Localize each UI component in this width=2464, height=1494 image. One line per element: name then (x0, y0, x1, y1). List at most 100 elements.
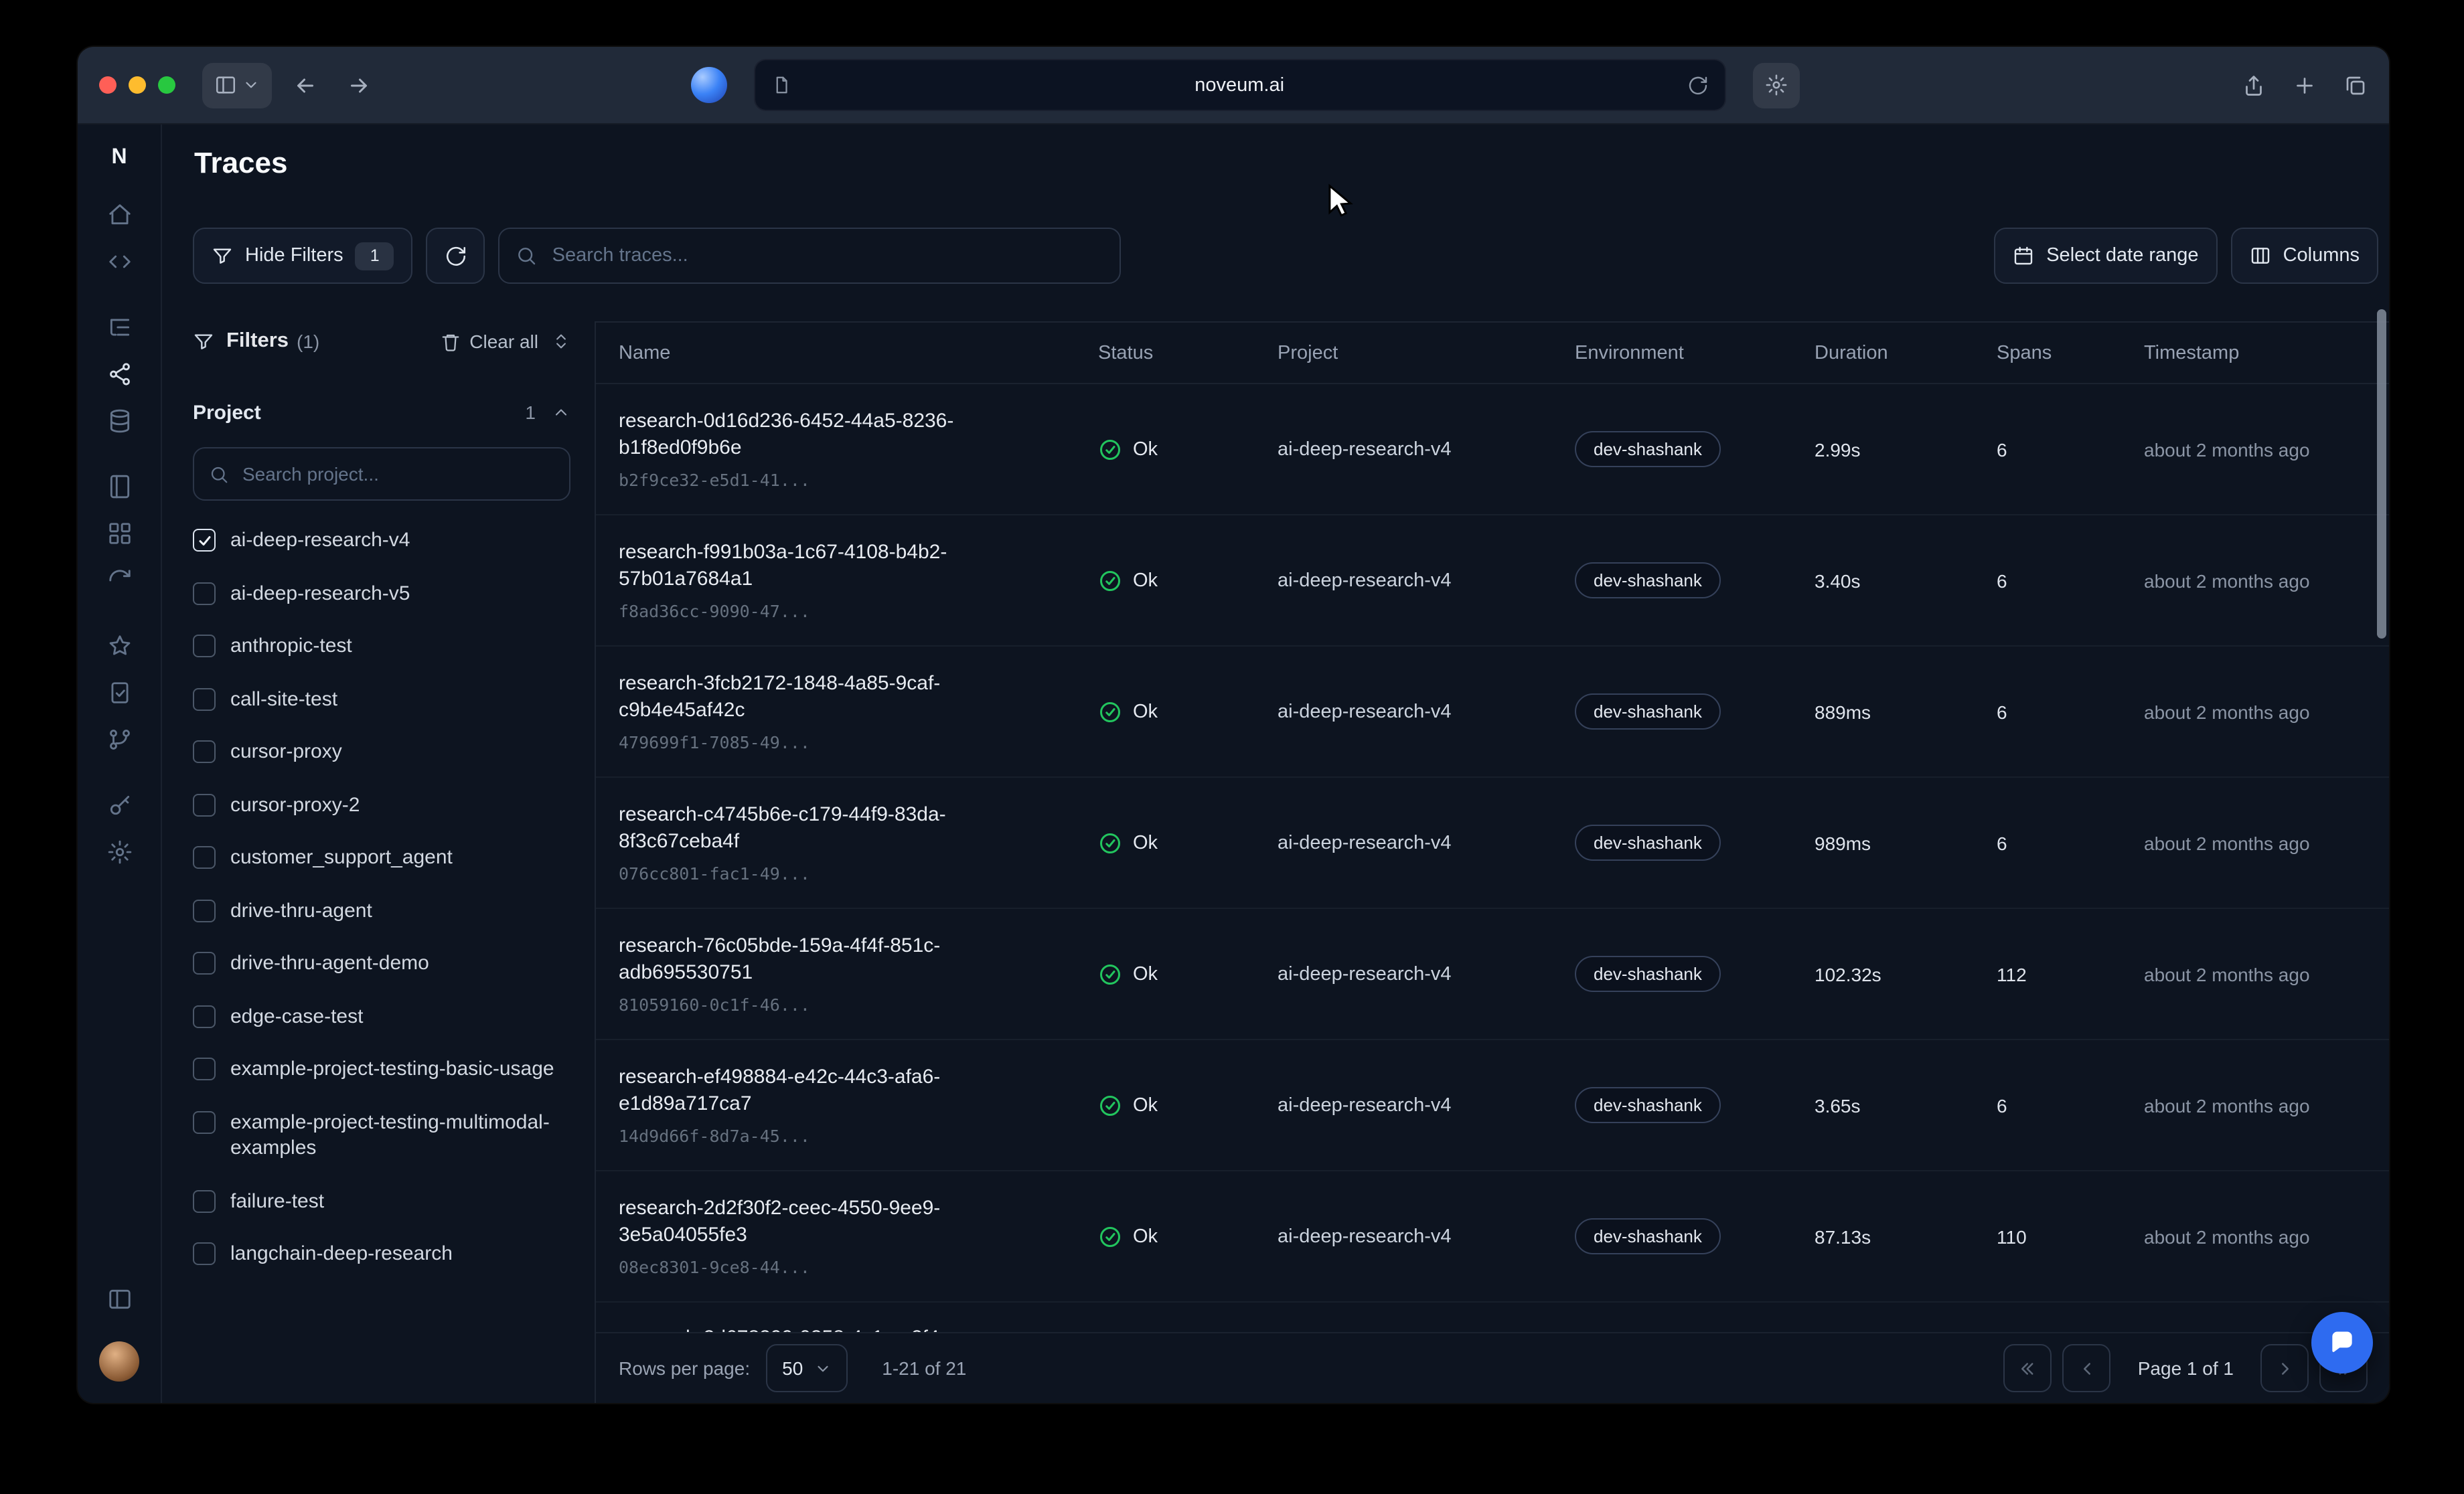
table-row[interactable]: research-2d2f30f2-ceec-4550-9ee9-3e5a040… (596, 1171, 2389, 1303)
list-tree-icon (106, 315, 132, 340)
checkbox[interactable] (193, 1189, 216, 1212)
next-page-button[interactable] (2260, 1344, 2309, 1392)
filter-item[interactable]: anthropic-test (193, 620, 570, 673)
checkbox[interactable] (193, 687, 216, 710)
checkbox[interactable] (193, 1242, 216, 1265)
select-date-range-button[interactable]: Select date range (1994, 228, 2217, 284)
project-cell: ai-deep-research-v4 (1278, 570, 1575, 591)
new-tab-icon[interactable] (2293, 73, 2317, 97)
columns-button[interactable]: Columns (2231, 228, 2378, 284)
sidebar-item-datasets[interactable] (96, 400, 142, 442)
address-bar[interactable]: noveum.ai (754, 59, 1726, 111)
spans-cell: 6 (1997, 438, 2144, 460)
first-page-button[interactable] (2004, 1344, 2052, 1392)
filter-item[interactable]: cursor-proxy (193, 726, 570, 778)
sidebar-item-evaluations[interactable] (96, 672, 142, 714)
table-row[interactable]: research-c4745b6e-c179-44f9-83da-8f3c67c… (596, 778, 2389, 909)
trace-name: research-2d2f30f2-ceec-4550-9ee9-3e5a040… (619, 1195, 1020, 1250)
filter-item[interactable]: cursor-proxy-2 (193, 778, 570, 831)
clear-all-filters-button[interactable]: Clear all (440, 331, 538, 352)
filter-item[interactable]: example-project-testing-multimodal-examp… (193, 1096, 570, 1175)
sidebar-item-home[interactable] (96, 194, 142, 236)
checkbox[interactable] (193, 899, 216, 922)
tab-overview-icon[interactable] (2343, 73, 2368, 97)
filter-item[interactable]: call-site-test (193, 673, 570, 726)
filter-item[interactable]: customer_support_agent (193, 831, 570, 884)
table-row[interactable]: research-3fcb2172-1848-4a85-9caf-c9b4e45… (596, 647, 2389, 778)
table-row[interactable]: research-ef498884-e42c-44c3-afa6-e1d89a7… (596, 1040, 2389, 1171)
filter-item[interactable]: drive-thru-agent-demo (193, 937, 570, 990)
trace-id: 076cc801-fac1-49... (619, 864, 1098, 884)
column-header-spans[interactable]: Spans (1997, 342, 2144, 363)
collapse-all-icon[interactable] (552, 332, 570, 351)
hide-filters-label: Hide Filters (245, 245, 343, 266)
filter-item[interactable]: failure-test (193, 1175, 570, 1228)
settings-gear-icon (106, 839, 132, 865)
zoom-window-button[interactable] (158, 76, 175, 94)
sidebar-item-traces[interactable] (96, 353, 142, 395)
checkbox[interactable] (193, 793, 216, 816)
filter-item[interactable]: example-project-testing-basic-usage (193, 1043, 570, 1096)
refresh-icon (445, 244, 467, 267)
refresh-traces-button[interactable] (427, 228, 485, 284)
filter-item[interactable]: edge-case-test (193, 990, 570, 1043)
sidebar-item-settings[interactable] (96, 831, 142, 873)
chat-widget-button[interactable] (2311, 1312, 2373, 1374)
previous-page-button[interactable] (2063, 1344, 2111, 1392)
browser-forward-button[interactable] (339, 62, 379, 108)
filter-item[interactable]: drive-thru-agent (193, 884, 570, 937)
checkbox[interactable] (193, 740, 216, 763)
app-logo[interactable]: N (111, 146, 127, 170)
checkbox[interactable] (193, 1110, 216, 1133)
checkbox[interactable] (193, 952, 216, 975)
checkbox[interactable] (193, 1058, 216, 1080)
column-header-name[interactable]: Name (619, 342, 1098, 363)
share-icon[interactable] (2242, 73, 2266, 97)
column-header-duration[interactable]: Duration (1815, 342, 1997, 363)
table-row[interactable]: research-0d16d236-6452-44a5-8236-b1f8ed0… (596, 384, 2389, 515)
filter-section-project[interactable]: Project 1 (193, 391, 570, 434)
hide-filters-button[interactable]: Hide Filters 1 (193, 228, 413, 284)
column-header-project[interactable]: Project (1278, 342, 1575, 363)
browser-settings-button[interactable] (1753, 62, 1800, 108)
search-traces-input[interactable] (550, 244, 1104, 268)
column-header-environment[interactable]: Environment (1575, 342, 1815, 363)
sidebar-item-apps[interactable] (96, 513, 142, 554)
reload-icon[interactable] (1687, 74, 1709, 96)
table-row[interactable]: research-76c05bde-159a-4f4f-851c-adb6955… (596, 909, 2389, 1040)
sidebar-item-notebook[interactable] (96, 466, 142, 507)
checkbox[interactable] (193, 846, 216, 869)
minimize-window-button[interactable] (129, 76, 146, 94)
sidebar-item-replays[interactable] (96, 560, 142, 601)
browser-profile-icon[interactable] (691, 67, 727, 103)
sidebar-item-tree[interactable] (96, 307, 142, 348)
close-window-button[interactable] (99, 76, 117, 94)
checkbox[interactable] (193, 1005, 216, 1027)
filter-item[interactable]: ai-deep-research-v4 (193, 514, 570, 567)
page-icon (771, 75, 791, 95)
sidebar-item-api-keys[interactable] (96, 784, 142, 826)
rows-per-page-select[interactable]: 50 (766, 1344, 847, 1392)
table-row[interactable]: research-3d678299-0358-4c1c-a2f4- (596, 1303, 2389, 1332)
columns-icon (2250, 245, 2271, 266)
column-header-timestamp[interactable]: Timestamp (2144, 342, 2389, 363)
browser-back-button[interactable] (285, 62, 325, 108)
filter-item[interactable]: ai-deep-research-v5 (193, 567, 570, 620)
column-header-status[interactable]: Status (1098, 342, 1278, 363)
collapse-sidebar-button[interactable] (96, 1278, 142, 1320)
search-project-input[interactable] (240, 462, 554, 486)
browser-right-controls (2242, 73, 2368, 97)
checkbox[interactable] (193, 582, 216, 604)
filter-item[interactable]: langchain-deep-research (193, 1228, 570, 1280)
sidebar-item-favorites[interactable] (96, 625, 142, 667)
sidebar-item-code[interactable] (96, 241, 142, 282)
table-row[interactable]: research-f991b03a-1c67-4108-b4b2-57b01a7… (596, 515, 2389, 647)
user-avatar[interactable] (99, 1341, 139, 1382)
browser-sidebar-toggle[interactable] (202, 62, 272, 108)
checkbox[interactable] (193, 635, 216, 657)
sidebar-item-pipelines[interactable] (96, 719, 142, 760)
page-title: Traces (194, 143, 2389, 183)
filter-section-title: Project (193, 401, 261, 424)
checkbox[interactable] (193, 529, 216, 552)
table-scrollbar-thumb[interactable] (2377, 309, 2386, 639)
